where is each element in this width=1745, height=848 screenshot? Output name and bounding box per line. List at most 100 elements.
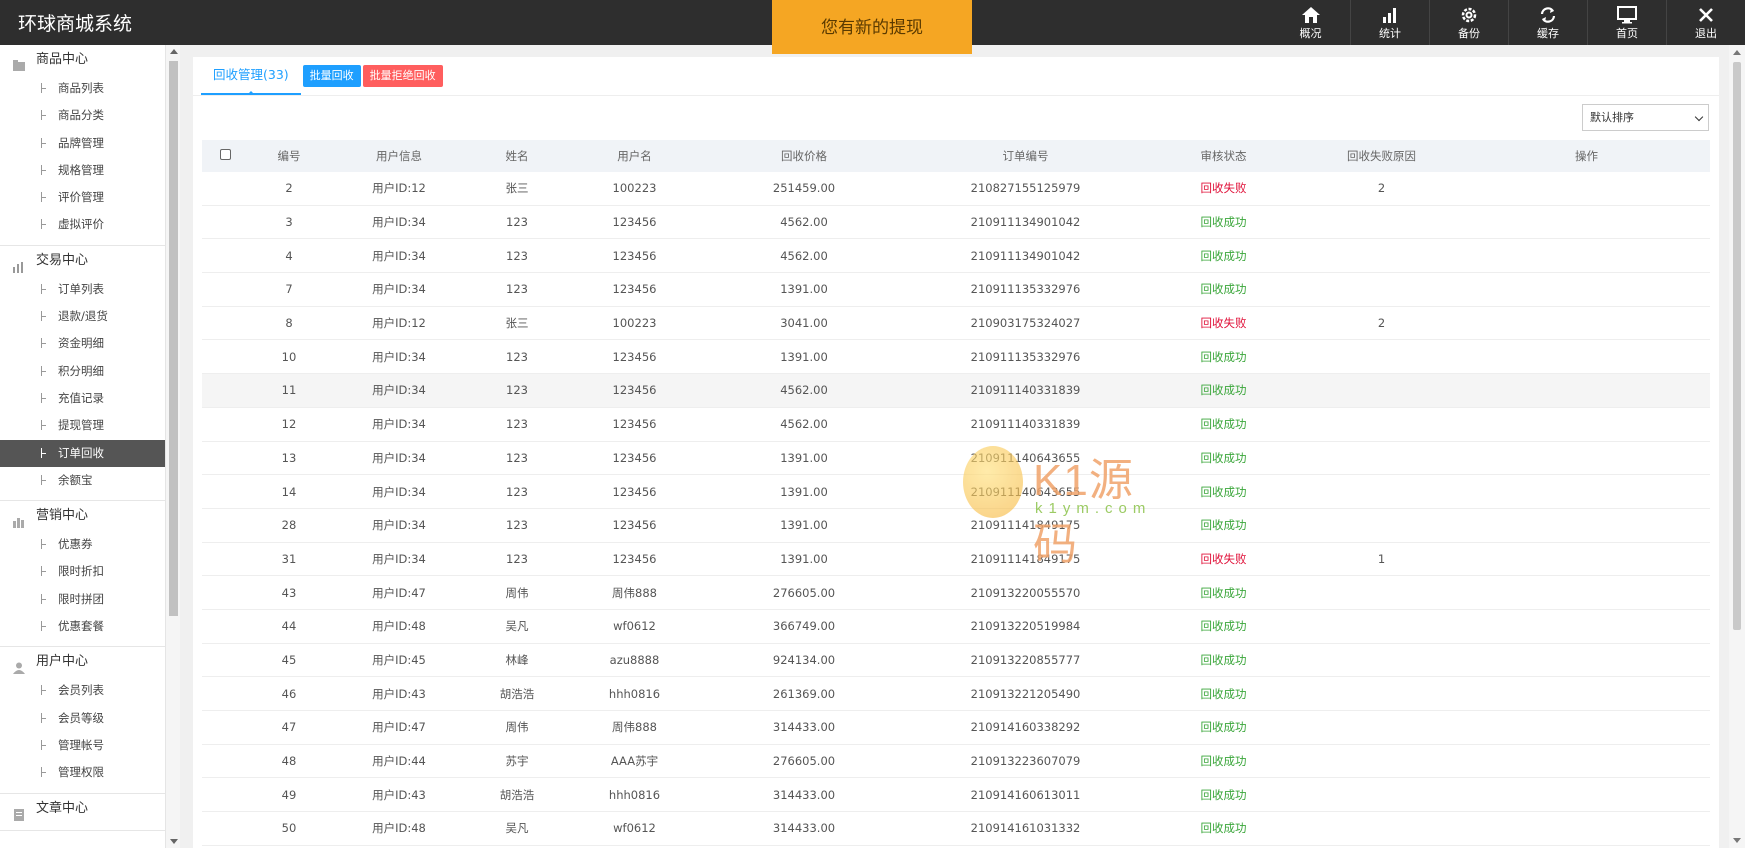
scroll-down-arrow-icon[interactable] [170, 839, 178, 844]
topnav-item-0[interactable]: 概况 [1271, 0, 1350, 45]
sidebar-group-label: 商品中心 [36, 52, 89, 67]
sidebar-item[interactable]: 管理帐号 [0, 732, 165, 759]
table-row[interactable]: 49 用户ID:43 胡浩浩 hhh0816 314433.00 210914160613… [202, 778, 1710, 813]
sidebar-item[interactable]: 积分明细 [0, 358, 165, 385]
sidebar-item[interactable]: 限时折扣 [0, 558, 165, 585]
table-cell: 14 [281, 484, 297, 499]
table-row[interactable]: 14 用户ID:34 123 123456 1391.00 210911140643655… [202, 475, 1710, 509]
sidebar-item[interactable]: 限时拼团 [0, 586, 165, 613]
table-row[interactable]: 12 用户ID:34 123 123456 4562.00 210911140331839… [202, 408, 1710, 442]
main-scrollbar[interactable] [1729, 45, 1745, 848]
table-row[interactable]: 7 用户ID:34 123 123456 1391.00 210911135332976 回… [202, 273, 1710, 307]
table-row[interactable]: 13 用户ID:34 123 123456 1391.00 210911140643655… [202, 442, 1710, 476]
sidebar-item[interactable]: 优惠套餐 [0, 613, 165, 640]
table-cell: 123456 [612, 383, 657, 398]
table-cell: 50 [281, 821, 297, 836]
table-cell: 用户ID:34 [372, 349, 426, 364]
table-row[interactable]: 44 用户ID:48 吴凡 wf0612 366749.00 21091322051998… [202, 610, 1710, 644]
sidebar-item[interactable]: 会员列表 [0, 677, 165, 704]
user-icon [12, 656, 26, 675]
table-row[interactable]: 46 用户ID:43 胡浩浩 hhh0816 261369.00 210913221205… [202, 677, 1710, 711]
table-cell: 123 [506, 551, 528, 566]
sort-select[interactable]: 默认排序 [1582, 104, 1709, 131]
sidebar-item[interactable]: 余额宝 [0, 467, 165, 494]
sidebar-item[interactable]: 会员等级 [0, 705, 165, 732]
topnav-item-2[interactable]: 备份 [1429, 0, 1508, 45]
table-cell: 2 [1377, 181, 1386, 196]
topnav-item-5[interactable]: 退出 [1666, 0, 1745, 45]
sidebar-item[interactable]: 订单回收 [0, 439, 165, 467]
sidebar-item[interactable]: 资金明细 [0, 330, 165, 357]
status-badge: 回收失败 [1200, 181, 1247, 196]
sidebar-item[interactable]: 订单列表 [0, 276, 165, 303]
sidebar-item[interactable]: 规格管理 [0, 157, 165, 184]
sidebar-item[interactable]: 充值记录 [0, 385, 165, 412]
table-cell: 用户ID:34 [372, 518, 426, 533]
table-cell: 用户ID:34 [372, 282, 426, 297]
table-row[interactable]: 45 用户ID:45 林峰 azu8888 924134.00 2109132208557… [202, 644, 1710, 678]
sidebar-item[interactable]: 商品分类 [0, 102, 165, 129]
table-row[interactable]: 43 用户ID:47 周伟 周伟888 276605.00 210913220055570… [202, 576, 1710, 610]
table-row[interactable]: 48 用户ID:44 苏宇 AAA苏宇 276605.00 210913223607079… [202, 745, 1710, 779]
select-all-checkbox[interactable] [220, 149, 231, 160]
table-row[interactable]: 8 用户ID:12 张三 100223 3041.00 210903175324027 回收… [202, 307, 1710, 341]
table-row[interactable]: 31 用户ID:34 123 123456 1391.00 210911141849175… [202, 543, 1710, 577]
sidebar-group-title[interactable]: 文章中心 [0, 794, 165, 824]
sidebar-item[interactable]: 提现管理 [0, 412, 165, 439]
tab-recycle-management[interactable]: 回收管理(33) [201, 57, 301, 95]
sidebar-group-title[interactable]: 交易中心 [0, 246, 165, 276]
table-row[interactable]: 2 用户ID:12 张三 100223 251459.00 210827155125979… [202, 172, 1710, 206]
sidebar-item[interactable]: 商品列表 [0, 75, 165, 102]
sidebar-item[interactable]: 虚拟评价 [0, 211, 165, 238]
table-row[interactable]: 47 用户ID:47 周伟 周伟888 314433.00 210914160338292… [202, 711, 1710, 745]
sidebar-item[interactable]: 优惠券 [0, 531, 165, 558]
status-badge: 回收成功 [1200, 754, 1247, 769]
table-row[interactable]: 50 用户ID:48 吴凡 wf0612 314433.00 21091416103133… [202, 812, 1710, 846]
column-header: 姓名 [505, 149, 529, 163]
scroll-up-arrow-icon[interactable] [1733, 50, 1741, 55]
sidebar-item[interactable]: 评价管理 [0, 184, 165, 211]
batch-recycle-button[interactable]: 批量回收 [302, 65, 361, 87]
table-cell: 43 [281, 585, 297, 600]
sidebar-scrollbar[interactable] [165, 45, 180, 848]
table-cell: 周伟888 [612, 720, 657, 735]
product-icon [12, 54, 26, 71]
table-cell: 210911140643655 [970, 450, 1081, 465]
table-row[interactable]: 4 用户ID:34 123 123456 4562.00 210911134901042 回… [202, 239, 1710, 274]
sort-select-value: 默认排序 [1590, 111, 1634, 124]
table-cell: 用户ID:48 [372, 619, 426, 634]
table-cell: 210914160613011 [970, 787, 1081, 802]
table-cell: 1391.00 [780, 450, 828, 465]
table-row[interactable]: 3 用户ID:34 123 123456 4562.00 210911134901042 回… [202, 206, 1710, 240]
sidebar-item[interactable]: 管理权限 [0, 759, 165, 786]
table-cell: 胡浩浩 [499, 686, 535, 701]
table-row[interactable]: 28 用户ID:34 123 123456 1391.00 210911141849175… [202, 509, 1710, 543]
sidebar-group-title[interactable]: 营销中心 [0, 501, 165, 531]
status-badge: 回收失败 [1200, 551, 1247, 566]
new-withdrawal-notice[interactable]: 您有新的提现 [772, 0, 972, 54]
table-cell: 用户ID:44 [372, 754, 426, 769]
sidebar-item[interactable]: 品牌管理 [0, 130, 165, 157]
table-cell: 用户ID:47 [372, 720, 426, 735]
table-cell: 3041.00 [780, 316, 828, 331]
table-cell: 2 [1377, 316, 1386, 331]
table-row[interactable]: 11 用户ID:34 123 123456 4562.00 210911140331839… [202, 374, 1710, 408]
batch-reject-button[interactable]: 批量拒绝回收 [362, 65, 443, 87]
main-scroll-thumb[interactable] [1733, 62, 1741, 630]
status-badge: 回收成功 [1200, 450, 1247, 465]
sidebar-group-label: 交易中心 [36, 252, 89, 268]
table-cell: 123 [506, 248, 528, 263]
sidebar-item[interactable]: 退款/退货 [0, 303, 165, 330]
table-row[interactable]: 10 用户ID:34 123 123456 1391.00 210911135332976… [202, 340, 1710, 375]
table-cell: 100223 [612, 181, 657, 196]
sidebar-group-title[interactable]: 用户中心 [0, 647, 165, 677]
topnav-item-4[interactable]: 首页 [1587, 0, 1666, 45]
topnav-item-1[interactable]: 统计 [1350, 0, 1429, 45]
scroll-up-arrow-icon[interactable] [170, 49, 178, 54]
sidebar-group-title[interactable]: 商品中心 [0, 45, 165, 75]
sidebar-scroll-thumb[interactable] [169, 61, 178, 616]
status-badge: 回收成功 [1200, 585, 1247, 600]
scroll-down-arrow-icon[interactable] [1733, 838, 1741, 843]
topnav-item-3[interactable]: 缓存 [1508, 0, 1587, 45]
table-cell: 44 [281, 619, 297, 634]
